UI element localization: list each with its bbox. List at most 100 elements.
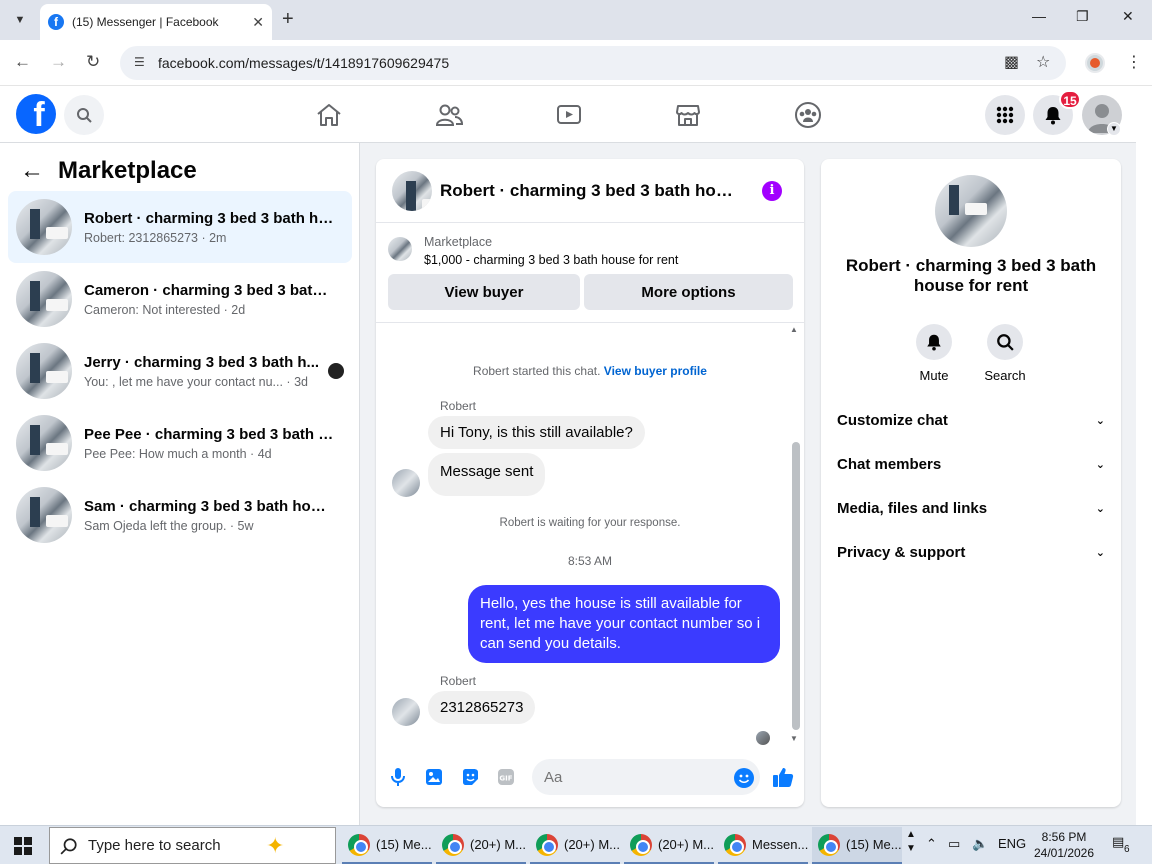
conversation-sidebar: ← Marketplace Robert · charming 3 bed 3 … bbox=[0, 143, 360, 825]
taskbar-app-chrome[interactable]: (15) Me... bbox=[342, 827, 432, 864]
notification-center-icon[interactable]: ▤ bbox=[1112, 834, 1124, 850]
search-icon bbox=[987, 324, 1023, 360]
view-buyer-button[interactable]: View buyer bbox=[388, 274, 580, 310]
gif-icon[interactable]: GIF bbox=[496, 767, 516, 787]
marketplace-icon[interactable] bbox=[673, 100, 703, 130]
sender-avatar[interactable] bbox=[392, 698, 420, 726]
details-title: Robert · charming 3 bed 3 bath house for… bbox=[845, 256, 1097, 295]
sidebar-title: Marketplace bbox=[58, 157, 197, 184]
conversation-item[interactable]: Sam · charming 3 bed 3 bath hous... Sam … bbox=[8, 479, 352, 551]
search-chat-button[interactable]: Search bbox=[980, 324, 1030, 383]
clock-time: 8:56 PM bbox=[1041, 830, 1087, 844]
home-icon[interactable] bbox=[314, 100, 344, 130]
marketplace-listing-row[interactable]: Marketplace $1,000 - charming 3 bed 3 ba… bbox=[388, 235, 678, 267]
maximize-icon[interactable]: ❐ bbox=[1076, 8, 1089, 25]
chrome-icon bbox=[818, 833, 840, 856]
conversation-item[interactable]: Pee Pee · charming 3 bed 3 bath h... Pee… bbox=[8, 407, 352, 479]
info-icon[interactable]: i bbox=[762, 181, 782, 201]
mute-button[interactable]: Mute bbox=[909, 324, 959, 383]
friends-icon[interactable] bbox=[434, 100, 464, 130]
sparkle-icon: ✦ bbox=[266, 833, 285, 858]
menu-grid-icon[interactable] bbox=[985, 95, 1025, 135]
facebook-logo-icon[interactable]: f bbox=[16, 94, 56, 134]
chrome-icon bbox=[630, 833, 652, 856]
message-composer: GIF bbox=[376, 759, 804, 799]
install-app-icon[interactable]: ▩ bbox=[1004, 52, 1019, 72]
chrome-icon bbox=[348, 833, 370, 856]
minimize-icon[interactable]: — bbox=[1032, 8, 1046, 24]
windows-start-icon[interactable] bbox=[14, 837, 32, 855]
conversation-item[interactable]: Jerry · charming 3 bed 3 bath h... You: … bbox=[8, 335, 352, 407]
forward-icon[interactable]: → bbox=[50, 52, 67, 72]
incoming-message[interactable]: 2312865273 bbox=[428, 691, 536, 724]
customize-chat-row[interactable]: Customize chat ⌄ bbox=[837, 408, 1105, 432]
tab-search-icon[interactable]: ▼ bbox=[10, 10, 30, 30]
browser-tab-bar: ▼ f (15) Messenger | Facebook ✕ + — ❐ ✕ bbox=[0, 0, 1152, 40]
window-close-icon[interactable]: ✕ bbox=[1122, 8, 1134, 25]
show-hidden-icons-icon[interactable]: ⌃ bbox=[926, 836, 937, 852]
taskbar-app-chrome[interactable]: Messen... bbox=[718, 827, 808, 864]
chrome-icon bbox=[724, 833, 746, 856]
microphone-icon[interactable] bbox=[388, 767, 408, 787]
browser-tab[interactable]: f (15) Messenger | Facebook ✕ bbox=[40, 4, 272, 40]
taskbar-scroll-icon[interactable]: ▲ ▼ bbox=[906, 828, 916, 856]
network-icon[interactable]: ▭ bbox=[948, 836, 960, 852]
view-buyer-profile-link[interactable]: View buyer profile bbox=[604, 364, 707, 378]
browser-menu-icon[interactable]: ⋮ bbox=[1126, 52, 1142, 72]
bookmark-star-icon[interactable]: ☆ bbox=[1036, 52, 1050, 72]
browser-profile-avatar[interactable] bbox=[1085, 53, 1105, 73]
divider bbox=[376, 322, 804, 323]
chat-thumbnail bbox=[392, 170, 432, 211]
listing-thumbnail bbox=[388, 237, 412, 261]
outgoing-message[interactable]: Hello, yes the house is still available … bbox=[468, 585, 780, 663]
search-label: Search bbox=[984, 368, 1026, 383]
sender-avatar[interactable] bbox=[392, 469, 420, 497]
new-tab-icon[interactable]: + bbox=[282, 8, 294, 31]
volume-icon[interactable]: 🔈 bbox=[972, 836, 988, 852]
row-label: Privacy & support bbox=[837, 543, 966, 561]
watch-video-icon[interactable] bbox=[554, 100, 584, 130]
site-settings-icon[interactable]: ☰ bbox=[134, 55, 150, 71]
facebook-search-icon[interactable] bbox=[64, 95, 104, 135]
tab-close-icon[interactable]: ✕ bbox=[252, 14, 264, 31]
chat-scrollbar[interactable] bbox=[792, 442, 800, 730]
chat-title: Robert · charming 3 bed 3 bath hous... bbox=[440, 180, 740, 200]
page-scrollbar[interactable] bbox=[1136, 86, 1152, 825]
incoming-message[interactable]: Message sent bbox=[428, 453, 546, 496]
chat-started-text: Robert started this chat. bbox=[473, 364, 601, 378]
reload-icon[interactable]: ↻ bbox=[86, 52, 100, 72]
incoming-message[interactable]: Hi Tony, is this still available? bbox=[428, 416, 645, 449]
more-options-button[interactable]: More options bbox=[584, 274, 793, 310]
listing-thumbnail[interactable] bbox=[935, 175, 1007, 247]
row-label: Media, files and links bbox=[837, 499, 988, 517]
taskbar-app-chrome[interactable]: (20+) M... bbox=[530, 827, 620, 864]
back-icon[interactable]: ← bbox=[14, 52, 31, 72]
notification-center-count: 6 bbox=[1124, 844, 1130, 855]
chevron-down-icon: ⌄ bbox=[1095, 458, 1105, 471]
conversation-name: Pee Pee · charming 3 bed 3 bath h... bbox=[84, 425, 334, 443]
message-input[interactable] bbox=[532, 759, 760, 795]
conversation-item[interactable]: Robert · charming 3 bed 3 bath ho... Rob… bbox=[8, 191, 352, 263]
conversation-item[interactable]: Cameron · charming 3 bed 3 bath ... Came… bbox=[8, 263, 352, 335]
groups-icon[interactable] bbox=[793, 100, 823, 130]
privacy-support-row[interactable]: Privacy & support ⌄ bbox=[837, 540, 1105, 564]
chat-members-row[interactable]: Chat members ⌄ bbox=[837, 452, 1105, 476]
account-chevron-down-icon[interactable]: ▼ bbox=[1107, 122, 1121, 136]
scroll-up-icon[interactable]: ▲ bbox=[790, 325, 798, 334]
back-arrow-icon[interactable]: ← bbox=[20, 157, 44, 185]
taskbar-search[interactable]: Type here to search ✦ bbox=[49, 827, 336, 864]
emoji-icon[interactable] bbox=[734, 768, 754, 788]
media-files-links-row[interactable]: Media, files and links ⌄ bbox=[837, 496, 1105, 520]
taskbar-app-chrome[interactable]: (20+) M... bbox=[436, 827, 526, 864]
svg-text:GIF: GIF bbox=[499, 775, 512, 783]
taskbar-app-chrome-active[interactable]: (15) Me... bbox=[812, 827, 902, 864]
sticker-icon[interactable] bbox=[460, 767, 480, 787]
url-field[interactable]: ☰ facebook.com/messages/t/14189176096294… bbox=[120, 46, 1066, 80]
chat-header[interactable]: Robert · charming 3 bed 3 bath hous... bbox=[376, 159, 804, 223]
taskbar-app-chrome[interactable]: (20+) M... bbox=[624, 827, 714, 864]
taskbar-clock[interactable]: 8:56 PM 24/01/2026 bbox=[1030, 829, 1098, 861]
thumbs-up-icon[interactable] bbox=[772, 766, 794, 788]
scroll-down-icon[interactable]: ▼ bbox=[790, 734, 798, 743]
photo-icon[interactable] bbox=[424, 767, 444, 787]
language-indicator[interactable]: ENG bbox=[998, 836, 1026, 851]
